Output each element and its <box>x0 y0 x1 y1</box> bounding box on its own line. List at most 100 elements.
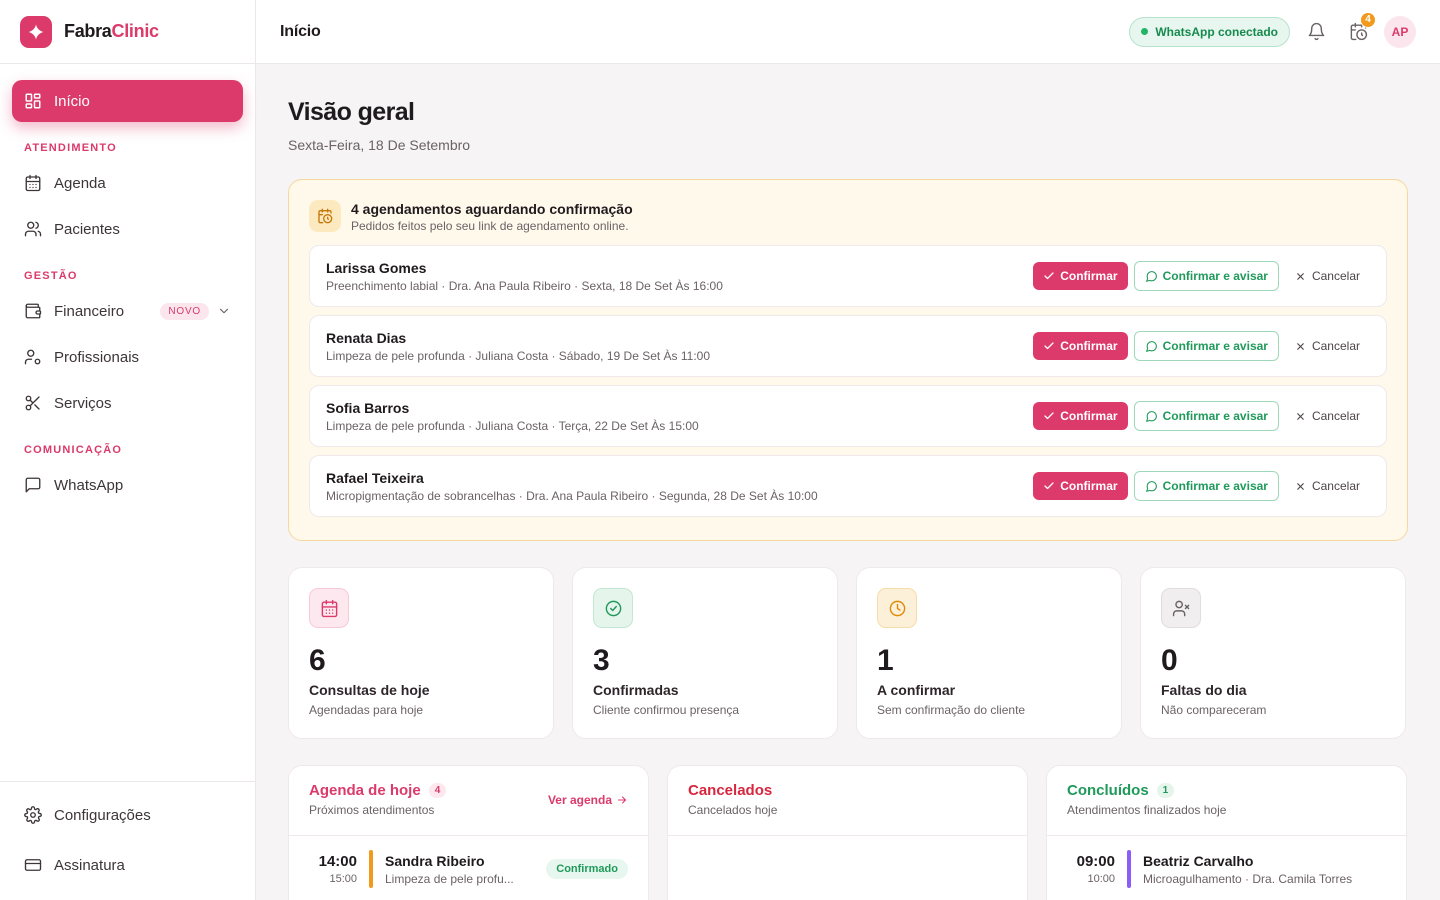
confirm-button[interactable]: Confirmar <box>1033 332 1128 360</box>
agenda-today-card: Agenda de hoje 4 Próximos atendimentos Ve… <box>288 765 649 900</box>
stat-label: Faltas do dia <box>1161 682 1247 698</box>
notifications-button[interactable] <box>1300 16 1332 48</box>
calendar-clock-icon <box>309 200 341 232</box>
users-icon <box>24 221 42 237</box>
section-title-comunicacao: COMUNICAÇÃO <box>24 444 123 456</box>
confirm-button[interactable]: Confirmar <box>1033 472 1128 500</box>
appointment-item[interactable]: 09:00 10:00 Beatriz Carvalho Microagulha… <box>1047 836 1406 888</box>
avatar[interactable]: AP <box>1384 15 1416 48</box>
confirm-and-notify-button[interactable]: Confirmar e avisar <box>1133 401 1279 431</box>
pending-subtitle: Pedidos feitos pelo seu link de agendame… <box>351 219 629 233</box>
page-breadcrumb: Início <box>280 22 321 40</box>
stat-sub: Não compareceram <box>1161 703 1267 717</box>
topbar-actions: WhatsApp conectado 4 AP <box>1129 11 1416 48</box>
brand-name: FabraClinic <box>64 21 159 42</box>
stats-row: 6 Consultas de hoje Agendadas para hoje … <box>288 567 1408 739</box>
day-lists-row: Agenda de hoje 4 Próximos atendimentos Ve… <box>288 765 1408 900</box>
card-header: Cancelados Cancelados hoje <box>668 766 1027 836</box>
page-title: Visão geral <box>288 98 415 126</box>
chevron-down-icon[interactable] <box>217 304 231 318</box>
sidebar-item-profissionais[interactable]: Profissionais <box>12 336 243 378</box>
request-patient-name: Sofia Barros <box>326 399 410 416</box>
confirm-and-notify-button[interactable]: Confirmar e avisar <box>1133 331 1279 361</box>
calendar-icon <box>25 174 41 192</box>
sidebar-item-configuracoes[interactable]: Configurações <box>12 792 243 838</box>
notify-label: Confirmar e avisar <box>1162 339 1268 353</box>
confirm-label: Confirmar <box>1060 479 1118 493</box>
sidebar-item-label: Serviços <box>54 394 112 412</box>
confirm-button[interactable]: Confirmar <box>1033 402 1128 430</box>
bell-icon <box>1308 22 1324 41</box>
card-header: Agenda de hoje 4 Próximos atendimentos Ve… <box>289 766 648 836</box>
stat-card-confirmadas: 3 Confirmadas Cliente confirmou presença <box>572 567 838 739</box>
user-x-icon <box>1161 588 1201 628</box>
stat-value: 1 <box>877 644 894 677</box>
confirm-label: Confirmar <box>1060 269 1118 283</box>
appointment-color-bar <box>1127 850 1131 888</box>
close-icon <box>1297 342 1304 350</box>
stat-label: Confirmadas <box>593 682 679 698</box>
completed-today-card: Concluídos 1 Atendimentos finalizados hoj… <box>1046 765 1407 900</box>
arrow-right-icon <box>617 796 627 804</box>
sidebar-item-label: Assinatura <box>54 856 125 874</box>
notify-label: Confirmar e avisar <box>1162 269 1268 283</box>
main-content: Visão geral Sexta-Feira, 18 De Setembro … <box>288 64 1408 900</box>
sidebar-item-inicio[interactable]: Início <box>12 80 243 122</box>
sidebar-item-label: Financeiro <box>54 302 125 320</box>
sidebar-item-label: Início <box>54 92 90 110</box>
sidebar-item-pacientes[interactable]: Pacientes <box>12 208 243 250</box>
pending-request-item: Rafael Teixeira Micropigmentação de sobr… <box>309 455 1387 517</box>
request-patient-name: Renata Dias <box>326 329 407 346</box>
sidebar-item-servicos[interactable]: Serviços <box>12 382 243 424</box>
cancel-label: Cancelar <box>1311 339 1360 353</box>
appointment-color-bar <box>369 850 373 888</box>
close-icon <box>1297 412 1304 420</box>
cancel-button[interactable]: Cancelar <box>1285 472 1370 500</box>
cancel-button[interactable]: Cancelar <box>1285 262 1370 290</box>
whatsapp-status-label: WhatsApp conectado <box>1155 24 1278 39</box>
cancel-button[interactable]: Cancelar <box>1285 402 1370 430</box>
pending-appointments-button[interactable]: 4 <box>1342 11 1376 48</box>
count-badge: 4 <box>428 783 447 798</box>
cancelled-today-card: Cancelados Cancelados hoje <box>667 765 1028 900</box>
cancel-button[interactable]: Cancelar <box>1285 332 1370 360</box>
whatsapp-status-badge[interactable]: WhatsApp conectado <box>1129 16 1290 47</box>
pending-count-badge: 4 <box>1360 11 1376 28</box>
new-badge: NOVO <box>160 302 209 320</box>
message-square-icon <box>25 477 41 493</box>
request-detail: Limpeza de pele profunda · Juliana Costa… <box>326 418 699 433</box>
credit-card-icon <box>24 859 42 871</box>
sidebar-item-assinatura[interactable]: Assinatura <box>12 842 243 888</box>
sidebar-item-whatsapp[interactable]: WhatsApp <box>12 464 243 506</box>
sidebar-item-agenda[interactable]: Agenda <box>12 162 243 204</box>
confirm-and-notify-button[interactable]: Confirmar e avisar <box>1133 261 1279 291</box>
card-subtitle: Atendimentos finalizados hoje <box>1067 803 1227 817</box>
calendar-icon <box>309 588 349 628</box>
request-patient-name: Rafael Teixeira <box>326 469 424 486</box>
appointment-end-time: 10:00 <box>1087 873 1115 885</box>
appointment-patient-name: Sandra Ribeiro <box>385 852 485 869</box>
sidebar-item-financeiro[interactable]: Financeiro NOVO <box>12 290 243 332</box>
view-agenda-link[interactable]: Ver agenda <box>548 792 628 808</box>
topbar: Início WhatsApp conectado 4 AP <box>256 0 1440 64</box>
status-badge: Confirmado <box>546 859 628 879</box>
appointment-end-time: 15:00 <box>329 873 357 885</box>
section-title-gestao: GESTÃO <box>24 270 78 282</box>
status-dot-icon <box>1141 28 1149 35</box>
page-date: Sexta-Feira, 18 De Setembro <box>288 137 471 153</box>
appointment-item[interactable]: 14:00 15:00 Sandra Ribeiro Limpeza de pe… <box>289 836 648 888</box>
cancel-label: Cancelar <box>1311 269 1360 283</box>
check-icon <box>1044 482 1054 490</box>
confirm-and-notify-button[interactable]: Confirmar e avisar <box>1133 471 1279 501</box>
request-detail: Limpeza de pele profunda · Juliana Costa… <box>326 348 711 363</box>
check-icon <box>1044 342 1054 350</box>
sidebar-item-label: WhatsApp <box>54 476 124 494</box>
card-subtitle: Cancelados hoje <box>688 803 778 817</box>
close-icon <box>1297 272 1304 280</box>
stat-card-consultas: 6 Consultas de hoje Agendadas para hoje <box>288 567 554 739</box>
brand[interactable]: FabraClinic <box>0 0 255 64</box>
confirm-button[interactable]: Confirmar <box>1033 262 1128 290</box>
brand-logo-icon <box>20 15 52 48</box>
stat-sub: Sem confirmação do cliente <box>877 703 1026 717</box>
count-badge: 1 <box>1156 783 1175 798</box>
